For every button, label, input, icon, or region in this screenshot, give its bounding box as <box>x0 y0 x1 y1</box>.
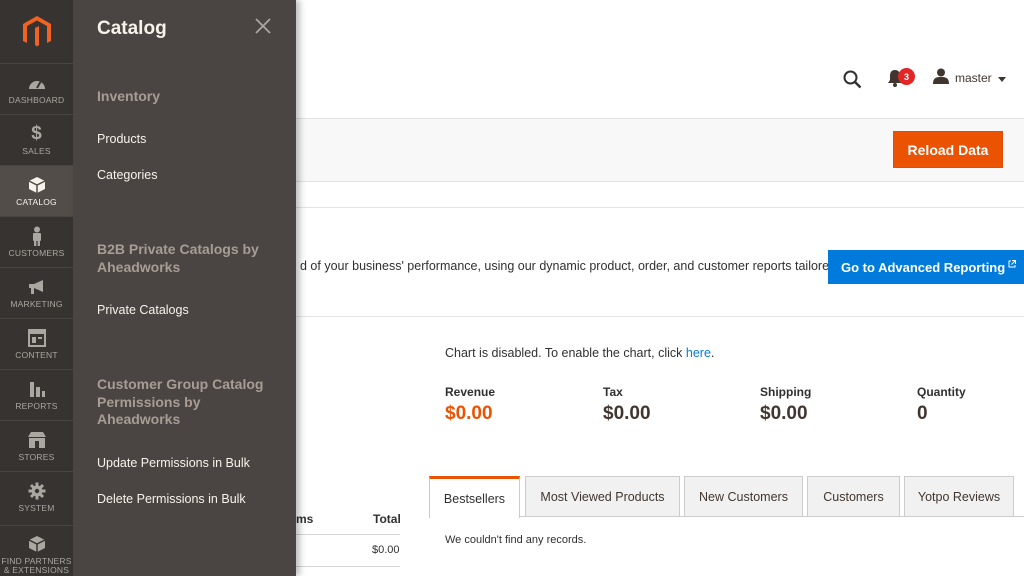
admin-sidebar: DASHBOARD $ SALES CATALOG CUSTOMERS MARK… <box>0 0 73 576</box>
divider <box>296 316 1024 317</box>
tab-most-viewed-products[interactable]: Most Viewed Products <box>525 476 680 517</box>
divider <box>296 207 1024 208</box>
nav-label: DASHBOARD <box>8 95 65 105</box>
box-icon <box>28 175 46 195</box>
nav-label: SYSTEM <box>18 503 55 513</box>
nav-dashboard[interactable]: DASHBOARD <box>0 63 73 114</box>
layout-icon <box>27 328 46 348</box>
person-icon <box>31 226 43 246</box>
nav-content[interactable]: CONTENT <box>0 318 73 369</box>
advanced-reporting-button[interactable]: Go to Advanced Reporting <box>828 250 1024 284</box>
stat-label: Revenue <box>445 385 496 399</box>
stat-revenue: Revenue $0.00 <box>445 385 495 425</box>
username: master <box>955 70 992 85</box>
flyout-link-categories[interactable]: Categories <box>97 168 157 182</box>
table-divider <box>296 534 400 535</box>
advanced-reporting-label: Go to Advanced Reporting <box>841 259 1006 275</box>
nav-label: SALES <box>22 146 51 156</box>
stat-value: $0.00 <box>445 403 493 424</box>
stat-value: $0.00 <box>760 403 808 424</box>
table-cell-total: $0.00 <box>372 544 400 556</box>
flyout-link-delete-permissions[interactable]: Delete Permissions in Bulk <box>97 492 246 506</box>
nav-label: CONTENT <box>15 350 58 360</box>
flyout-title: Catalog <box>97 18 167 39</box>
flyout-section-title: Inventory <box>97 88 161 104</box>
tab-new-customers[interactable]: New Customers <box>684 476 803 517</box>
stat-quantity: Quantity 0 <box>917 385 966 425</box>
nav-marketing[interactable]: MARKETING <box>0 267 73 318</box>
bar-chart-icon <box>28 379 46 399</box>
empty-records-message: We couldn't find any records. <box>445 534 587 546</box>
megaphone-icon <box>27 277 47 297</box>
nav-customers[interactable]: CUSTOMERS <box>0 216 73 267</box>
stat-tax: Tax $0.00 <box>603 385 651 425</box>
nav-label: MARKETING <box>10 299 63 309</box>
tab-bestsellers[interactable]: Bestsellers <box>429 476 520 518</box>
advanced-reporting-text: d of your business' performance, using o… <box>300 259 836 273</box>
nav-label: REPORTS <box>15 401 58 411</box>
enable-chart-link[interactable]: here <box>686 346 711 360</box>
flyout-link-products[interactable]: Products <box>97 132 146 146</box>
nav-label: STORES <box>18 452 55 462</box>
chart-message-period: . <box>710 346 715 360</box>
flyout-section-title: B2B Private Catalogs by Aheadworks <box>97 241 259 275</box>
close-icon[interactable] <box>255 18 273 36</box>
dashboard-icon <box>27 73 47 93</box>
stat-label: Shipping <box>760 385 812 399</box>
flyout-link-private-catalogs[interactable]: Private Catalogs <box>97 303 189 317</box>
user-icon <box>933 68 949 87</box>
nav-reports[interactable]: REPORTS <box>0 369 73 420</box>
nav-find-partners[interactable]: FIND PARTNERS & EXTENSIONS <box>0 525 73 576</box>
notification-count-badge[interactable]: 3 <box>898 68 915 85</box>
stat-value: $0.00 <box>603 403 651 424</box>
nav-label: CATALOG <box>16 197 57 207</box>
stat-label: Quantity <box>917 385 966 399</box>
tab-yotpo-reviews[interactable]: Yotpo Reviews <box>904 476 1014 517</box>
nav-label: & EXTENSIONS <box>3 565 70 575</box>
gear-icon <box>28 481 46 501</box>
magento-logo-icon[interactable] <box>0 0 73 63</box>
user-menu[interactable]: master <box>933 68 1006 87</box>
table-divider <box>296 566 400 567</box>
nav-label: CUSTOMERS <box>8 248 65 258</box>
chart-message-text: Chart is disabled. To enable the chart, … <box>445 346 686 360</box>
store-icon <box>27 430 47 450</box>
flyout-link-update-permissions[interactable]: Update Permissions in Bulk <box>97 456 250 470</box>
search-icon[interactable] <box>843 70 862 94</box>
nav-system[interactable]: SYSTEM <box>0 471 73 522</box>
nav-catalog[interactable]: CATALOG <box>0 165 73 216</box>
dollar-icon: $ <box>31 123 42 144</box>
nav-sales[interactable]: $ SALES <box>0 114 73 165</box>
catalog-flyout-menu: Catalog Inventory Products Categories B2… <box>73 0 296 576</box>
table-header-total: Total <box>373 512 401 526</box>
flyout-section-title: Customer Group Catalog Permissions by Ah… <box>97 376 264 427</box>
chevron-down-icon <box>997 71 1006 85</box>
tabs-divider <box>520 516 1024 517</box>
table-header-items: ms <box>296 512 314 526</box>
nav-stores[interactable]: STORES <box>0 420 73 471</box>
stat-shipping: Shipping $0.00 <box>760 385 811 425</box>
cubes-icon <box>27 534 47 554</box>
chart-disabled-message: Chart is disabled. To enable the chart, … <box>445 346 714 360</box>
stat-label: Tax <box>603 385 623 399</box>
stat-value: 0 <box>917 403 928 424</box>
external-link-icon <box>1008 256 1017 271</box>
reload-data-button[interactable]: Reload Data <box>893 131 1003 168</box>
tab-customers[interactable]: Customers <box>807 476 900 517</box>
